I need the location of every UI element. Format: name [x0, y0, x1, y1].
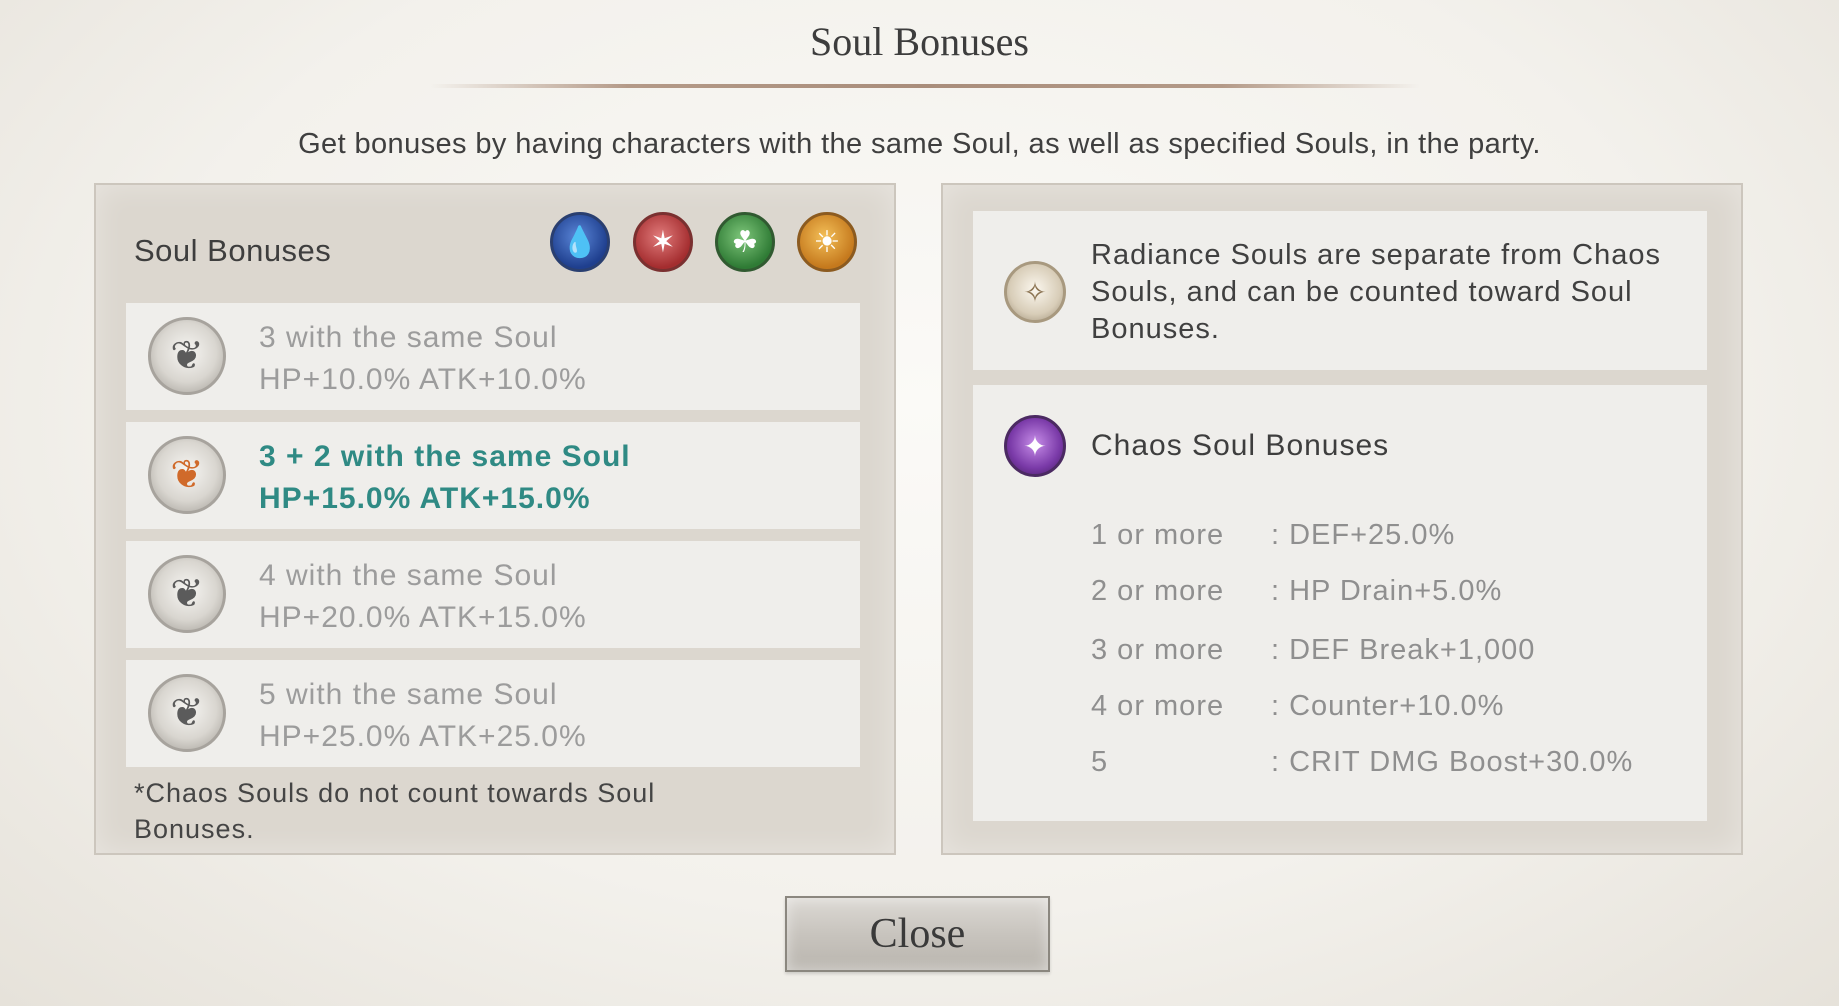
bonus-row: ❦ 4 with the same Soul HP+20.0% ATK+15.0… [126, 541, 860, 648]
chaos-count: 3 or more [1091, 634, 1225, 666]
fire-soul-icon: ✶ [633, 212, 693, 272]
title-divider [430, 84, 1420, 88]
chaos-count: 1 or more [1091, 519, 1225, 551]
chaos-bonuses-box: ✦ Chaos Soul Bonuses 1 or more : DEF+25.… [973, 385, 1707, 821]
chaos-effect: : Counter+10.0% [1271, 690, 1505, 722]
bonus-condition: 3 + 2 with the same Soul [259, 440, 631, 473]
chaos-soul-icon: ✦ [1004, 415, 1066, 477]
bonus-row: ❦ 5 with the same Soul HP+25.0% ATK+25.0… [126, 660, 860, 767]
chaos-info-panel: ✧ Radiance Souls are separate from Chaos… [941, 183, 1743, 855]
dialog-subtitle: Get bonuses by having characters with th… [298, 128, 1541, 160]
bonus-row: ❦ 3 with the same Soul HP+10.0% ATK+10.0… [126, 303, 860, 410]
bonus-effect: HP+20.0% ATK+15.0% [259, 601, 587, 634]
radiance-note-box: ✧ Radiance Souls are separate from Chaos… [973, 211, 1707, 370]
soul-emblem-icon: ❦ [148, 674, 226, 752]
chaos-bonuses-title: Chaos Soul Bonuses [1091, 429, 1390, 462]
chaos-count: 4 or more [1091, 690, 1225, 722]
chaos-count: 5 [1091, 746, 1109, 778]
chaos-footnote: *Chaos Souls do not count towards Soul B… [134, 778, 656, 844]
chaos-effect: : DEF+25.0% [1271, 519, 1456, 551]
bonus-effect: HP+25.0% ATK+25.0% [259, 720, 587, 753]
radiance-note: Radiance Souls are separate from Chaos S… [1091, 239, 1661, 345]
bonus-row-active: ❦ 3 + 2 with the same Soul HP+15.0% ATK+… [126, 422, 860, 529]
close-button[interactable]: Close [785, 896, 1050, 972]
earth-soul-icon: ☘ [715, 212, 775, 272]
radiance-soul-icon: ✧ [1004, 261, 1066, 323]
chaos-effect: : DEF Break+1,000 [1271, 634, 1536, 666]
soul-emblem-icon: ❦ [148, 555, 226, 633]
bonus-effect: HP+10.0% ATK+10.0% [259, 363, 587, 396]
chaos-count: 2 or more [1091, 575, 1225, 607]
dialog-title: Soul Bonuses [810, 19, 1029, 64]
water-soul-icon: 💧 [550, 212, 610, 272]
bonus-condition: 4 with the same Soul [259, 559, 558, 592]
soul-emblem-active-icon: ❦ [148, 436, 226, 514]
bonus-condition: 5 with the same Soul [259, 678, 558, 711]
light-soul-icon: ☀ [797, 212, 857, 272]
chaos-effect: : HP Drain+5.0% [1271, 575, 1503, 607]
soul-bonuses-panel: Soul Bonuses 💧 ✶ ☘ ☀ ❦ 3 with the same S… [94, 183, 896, 855]
soul-emblem-icon: ❦ [148, 317, 226, 395]
bonus-effect: HP+15.0% ATK+15.0% [259, 482, 591, 515]
chaos-effect: : CRIT DMG Boost+30.0% [1271, 746, 1634, 778]
bonus-condition: 3 with the same Soul [259, 321, 558, 354]
panel-title: Soul Bonuses [134, 233, 332, 268]
